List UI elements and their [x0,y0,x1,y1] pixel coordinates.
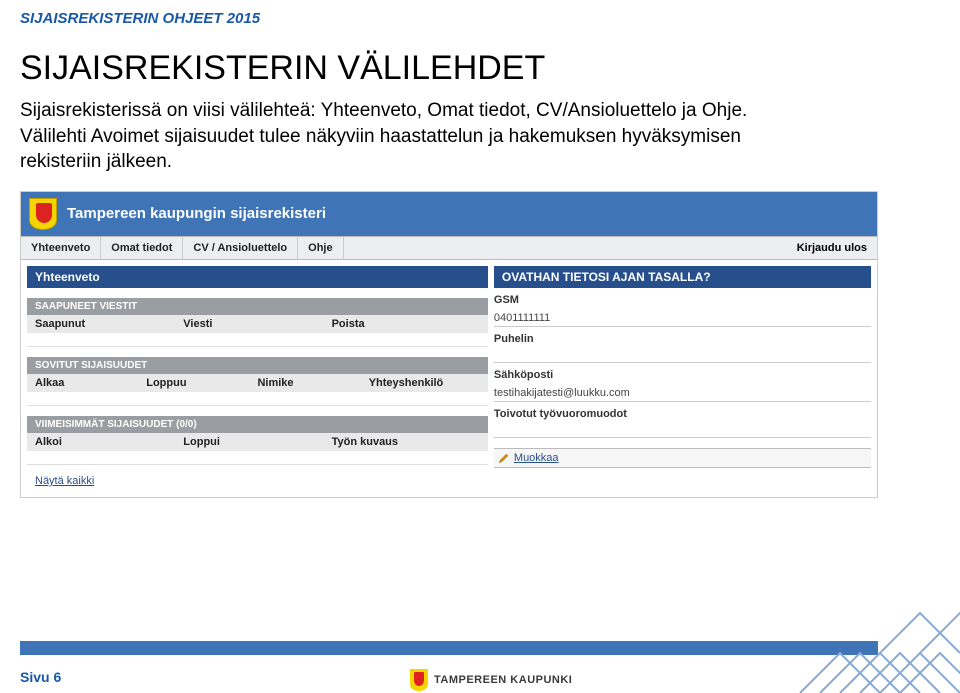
section-agreed: SOVITUT SIJAISUUDET Alkaa Loppuu Nimike … [27,353,488,406]
document-header: SIJAISREKISTERIN OHJEET 2015 [0,0,960,35]
gsm-label: GSM [494,294,871,306]
left-panel-title: Yhteenveto [27,266,488,288]
left-column: Yhteenveto SAAPUNEET VIESTIT Saapunut Vi… [27,266,488,491]
email-value: testihakijatesti@luukku.com [494,385,871,402]
col-tyon-kuvaus: Työn kuvaus [332,436,480,448]
app-title: Tampereen kaupungin sijaisrekisteri [67,205,326,222]
decor-pattern-icon [780,573,960,693]
agreed-columns: Alkaa Loppuu Nimike Yhteyshenkilö [27,374,488,392]
tab-bar: Yhteenveto Omat tiedot CV / Ansioluettel… [21,236,877,260]
tab-cv-ansioluettelo[interactable]: CV / Ansioluettelo [183,237,298,259]
crest-icon [29,198,57,230]
table-row [27,333,488,347]
email-label: Sähköposti [494,369,871,381]
edit-link[interactable]: Muokkaa [514,452,559,464]
gsm-value: 0401111111 [494,310,871,327]
col-alkoi: Alkoi [35,436,183,448]
page-title: SIJAISREKISTERIN VÄLILEHDET [0,35,960,98]
phone-value [494,349,871,363]
section-recent-title: VIIMEISIMMÄT SIJAISUUDET (0/0) [27,416,488,433]
show-all-link[interactable]: Näytä kaikki [27,471,488,491]
col-saapunut: Saapunut [35,318,183,330]
col-viesti: Viesti [183,318,331,330]
col-alkaa: Alkaa [35,377,146,389]
page-footer: Sivu 6 TAMPEREEN KAUPUNKI [0,643,960,693]
section-agreed-title: SOVITUT SIJAISUUDET [27,357,488,374]
crest-icon [410,669,428,691]
edit-row: Muokkaa [494,448,871,468]
tab-omat-tiedot[interactable]: Omat tiedot [101,237,183,259]
col-yhteyshenkilo: Yhteyshenkilö [369,377,480,389]
shifts-label: Toivotut työvuoromuodot [494,408,871,420]
right-column: OVATHAN TIETOSI AJAN TASALLA? GSM 040111… [494,266,871,491]
page-number: Sivu 6 [20,669,61,685]
table-row [27,392,488,406]
section-recent: VIIMEISIMMÄT SIJAISUUDET (0/0) Alkoi Lop… [27,412,488,465]
col-loppui: Loppui [183,436,331,448]
footer-brand: TAMPEREEN KAUPUNKI [410,669,572,691]
tab-yhteenveto[interactable]: Yhteenveto [21,237,101,259]
col-poista: Poista [332,318,480,330]
pencil-icon [498,452,510,464]
logout-link[interactable]: Kirjaudu ulos [787,237,877,259]
footer-bar [20,641,878,655]
section-messages-title: SAAPUNEET VIESTIT [27,298,488,315]
recent-columns: Alkoi Loppui Työn kuvaus [27,433,488,451]
tab-ohje[interactable]: Ohje [298,237,343,259]
right-panel-title: OVATHAN TIETOSI AJAN TASALLA? [494,266,871,288]
body-paragraph: Sijaisrekisterissä on viisi välilehteä: … [0,98,820,187]
messages-columns: Saapunut Viesti Poista [27,315,488,333]
col-nimike: Nimike [257,377,368,389]
phone-label: Puhelin [494,333,871,345]
section-messages: SAAPUNEET VIESTIT Saapunut Viesti Poista [27,294,488,347]
app-screenshot: Tampereen kaupungin sijaisrekisteri Yhte… [20,191,878,498]
table-row [27,451,488,465]
shifts-value [494,424,871,438]
col-loppuu: Loppuu [146,377,257,389]
footer-brand-text: TAMPEREEN KAUPUNKI [434,674,572,686]
app-titlebar: Tampereen kaupungin sijaisrekisteri [21,192,877,236]
